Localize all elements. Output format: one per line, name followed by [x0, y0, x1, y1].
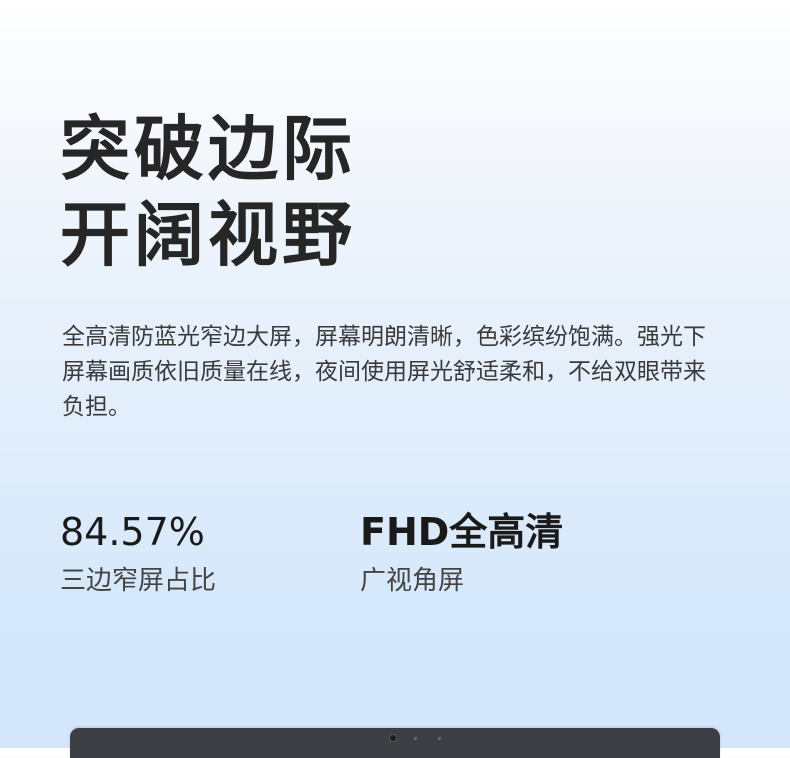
- stat-label: 广视角屏: [360, 566, 465, 596]
- laptop-screen-bezel: [70, 728, 720, 758]
- stat-resolution: FHD全高清 广视角屏: [360, 508, 563, 598]
- stat-label: 三边窄屏占比: [60, 566, 217, 596]
- sensor-dot: [414, 737, 417, 740]
- sensor-dot: [438, 737, 441, 740]
- headline-line-2: 开阔视野: [60, 194, 356, 276]
- headline: 突破边际 开阔视野: [60, 106, 356, 278]
- webcam-icon: [390, 735, 396, 741]
- stat-value: FHD全高清: [360, 510, 564, 554]
- stat-screen-ratio: 84.57% 三边窄屏占比: [60, 508, 216, 598]
- feature-description: 全高清防蓝光窄边大屏，屏幕明朗清晰，色彩缤纷饱满。强光下屏幕画质依旧质量在线，夜…: [62, 324, 706, 420]
- stat-value: 84.57%: [60, 510, 205, 554]
- headline-line-1: 突破边际: [60, 108, 356, 190]
